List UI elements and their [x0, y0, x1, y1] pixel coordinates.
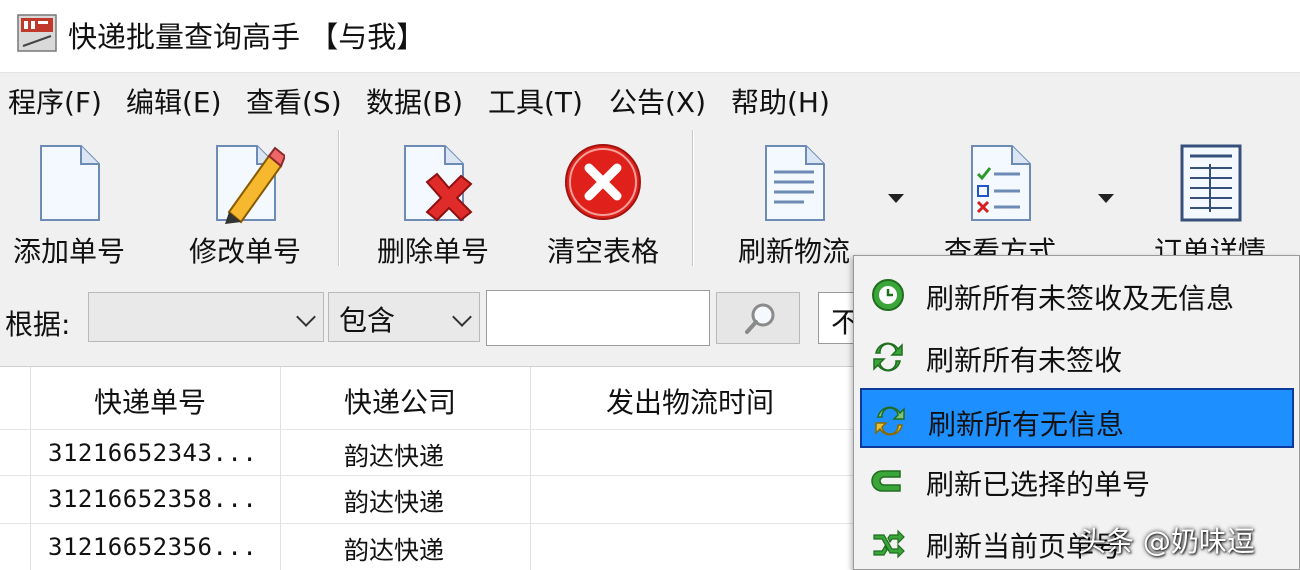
app-logo-icon [17, 14, 57, 52]
filter-field-select[interactable] [88, 292, 324, 342]
window-title: 快递批量查询高手 【与我】 [68, 20, 426, 54]
menu-item-refresh-no-info[interactable]: 刷新所有无信息 [860, 388, 1294, 448]
toolbar-separator [338, 130, 340, 266]
refresh-logistics-button[interactable]: 刷新物流 [724, 136, 864, 268]
table-row-tracking-no[interactable]: 31216652356... [48, 533, 257, 561]
blank-document-icon [40, 145, 100, 221]
menu-item-refresh-unsigned[interactable]: 刷新所有未签收 [860, 326, 1294, 386]
delete-number-button[interactable]: 删除单号 [368, 136, 498, 268]
clear-red-x-icon [565, 144, 641, 220]
refresh-page-icon [873, 529, 905, 559]
order-detail-button[interactable]: 订单详情 [1140, 136, 1280, 268]
filter-operator-select[interactable]: 包含 [328, 292, 480, 342]
clear-table-label: 清空表格 [546, 235, 659, 268]
filter-operator-value: 包含 [339, 304, 396, 337]
text-document-icon [765, 145, 825, 221]
edit-number-button[interactable]: 修改单号 [180, 136, 310, 268]
row-divider [0, 523, 860, 524]
filter-label: 根据: [5, 308, 71, 341]
table-row-company[interactable]: 韵达快递 [344, 483, 444, 519]
refresh-info-icon [875, 406, 905, 436]
search-icon [745, 303, 775, 334]
clear-table-button[interactable]: 清空表格 [538, 136, 668, 268]
menu-bar: 程序(F) 编辑(E) 查看(S) 数据(B) 工具(T) 公告(X) 帮助(H… [0, 72, 1300, 124]
delete-number-label: 删除单号 [376, 235, 489, 268]
row-divider [0, 475, 860, 476]
menu-item-refresh-unsigned-and-no-info[interactable]: 刷新所有未签收及无信息 [860, 264, 1294, 324]
filter-text-input[interactable] [486, 290, 710, 346]
edit-document-icon [216, 145, 285, 224]
delete-document-icon [404, 145, 473, 222]
form-document-icon [1180, 144, 1242, 222]
refresh-logistics-label: 刷新物流 [737, 235, 850, 268]
column-header-tracking-no[interactable]: 快递单号 [94, 381, 206, 421]
refresh-dropdown-arrow-icon[interactable] [888, 194, 904, 203]
menu-edit[interactable]: 编辑(E) [126, 81, 222, 121]
column-header-ship-time[interactable]: 发出物流时间 [606, 381, 774, 421]
menu-help[interactable]: 帮助(H) [731, 81, 830, 121]
menu-item-refresh-selected[interactable]: 刷新已选择的单号 [860, 450, 1294, 510]
menu-item-label: 刷新所有未签收 [926, 344, 1123, 377]
chevron-down-icon [296, 307, 316, 327]
menu-item-label: 刷新所有未签收及无信息 [926, 282, 1235, 315]
toolbar-separator [692, 130, 694, 266]
checklist-document-icon [971, 145, 1031, 221]
menu-view[interactable]: 查看(S) [246, 81, 342, 121]
add-number-button[interactable]: 添加单号 [4, 136, 134, 268]
refresh-clock-icon [872, 279, 904, 311]
menu-program[interactable]: 程序(F) [8, 81, 102, 121]
search-button[interactable] [716, 292, 800, 344]
menu-tools[interactable]: 工具(T) [488, 81, 583, 121]
view-mode-dropdown-arrow-icon[interactable] [1098, 194, 1114, 203]
edit-number-label: 修改单号 [188, 235, 301, 268]
refresh-selected-icon [871, 470, 901, 492]
view-mode-button[interactable]: 查看方式 [930, 136, 1070, 268]
menu-notice[interactable]: 公告(X) [609, 81, 706, 121]
menu-item-label: 刷新所有无信息 [928, 408, 1125, 441]
table-row-company[interactable]: 韵达快递 [344, 531, 444, 567]
toolbar: 添加单号 修改单号 删除单号 清空表格 刷新物流 查看方式 订单详情 [0, 124, 1300, 270]
add-number-label: 添加单号 [12, 235, 125, 268]
table-row-company[interactable]: 韵达快递 [344, 437, 444, 473]
watermark: 头条 @奶味逗 [1078, 525, 1255, 558]
refresh-arrows-icon [873, 342, 903, 372]
table-row-tracking-no[interactable]: 31216652343... [48, 439, 257, 467]
title-bar: 快递批量查询高手 【与我】 [0, 0, 1300, 72]
chevron-down-icon [452, 307, 472, 327]
column-header-company[interactable]: 快递公司 [344, 381, 456, 421]
menu-data[interactable]: 数据(B) [366, 81, 463, 121]
menu-item-label: 刷新已选择的单号 [926, 468, 1151, 501]
row-divider [0, 429, 860, 430]
table-row-tracking-no[interactable]: 31216652358... [48, 485, 257, 513]
